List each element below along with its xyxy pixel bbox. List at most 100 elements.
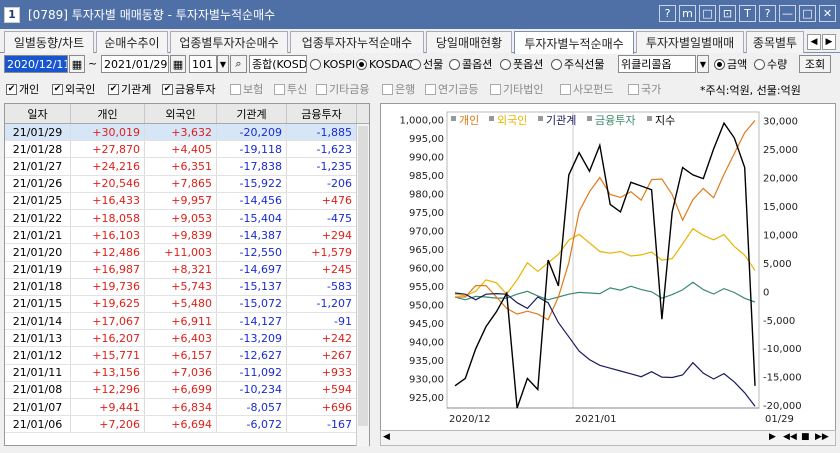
chart-scroll-right-icon[interactable]: ▶ [769,432,776,442]
table-row[interactable]: 21/01/11 +13,156 +7,036 -11,092 +933 [5,364,369,382]
radio-quantity-label: 수량 [767,58,788,71]
table-cell: +9,957 [145,192,217,209]
count-dropdown-icon[interactable]: ▼ [217,55,229,73]
radio-put-option[interactable]: 풋옵션 [500,56,543,72]
table-row[interactable]: 21/01/27 +24,216 +6,351 -17,838 -1,235 [5,158,369,176]
tab-bar: 일별동향/차트 순매수추이 업종별투자자순매수 업종투자자누적순매수 당일매매현… [0,31,840,54]
check-other-corp[interactable]: 기타법인 [490,82,543,96]
tab-stock-investor[interactable]: 종목별투 [746,31,804,53]
radio-call-option[interactable]: 콜옵션 [449,56,492,72]
check-fininv-box: ✔ [162,83,173,95]
check-investment-trust[interactable]: 투신 [274,82,307,96]
query-button[interactable]: 조회 [799,55,831,73]
check-foreign[interactable]: ✔ 외국인 [52,82,95,96]
left-tick-label: 930,00 [409,374,444,385]
check-financial-investment[interactable]: ✔ 금융투자 [162,82,215,96]
radio-kospi[interactable]: KOSPI [310,56,355,72]
market-input[interactable]: 종합(KOSD [249,55,307,73]
right-tick-label: 0 [763,287,769,298]
maximize-icon[interactable]: □ [799,5,816,22]
table-row[interactable]: 21/01/18 +19,736 +5,743 -15,137 -583 [5,278,369,296]
table-cell: +294 [287,227,357,244]
col-date-header[interactable]: 일자 [5,104,71,123]
check-pension[interactable]: 연기금등 [425,82,478,96]
radio-amount-dot [714,58,725,70]
weekly-dropdown-icon[interactable]: ▼ [697,55,709,73]
copy-icon[interactable]: □ [699,5,716,22]
search-icon[interactable]: ⌕ [230,55,247,73]
radio-kosdaq[interactable]: KOSDAQ [356,56,416,72]
tab-sector-cumulative[interactable]: 업종투자자누적순매수 [290,31,424,53]
tab-right-arrow-icon[interactable]: ▶ [822,34,836,50]
start-calendar-icon[interactable]: ▦ [69,55,85,73]
table-cell: +9,053 [145,209,217,227]
tab-sector-investor-net-buy[interactable]: 업종별투자자순매수 [170,31,288,53]
table-scroll-thumb[interactable] [358,126,368,426]
table-cell: +19,625 [71,295,145,313]
table-row[interactable]: 21/01/29 +30,019 +3,632 -20,209 -1,885 [5,124,369,142]
count-input[interactable]: 101 [189,55,217,73]
radio-futures[interactable]: 선물 [410,56,443,72]
radio-stock-futures[interactable]: 주식선물 [551,56,604,72]
end-date-input[interactable]: 2021/01/29 [101,55,169,73]
radio-amount[interactable]: 금액 [714,56,747,72]
check-nation[interactable]: 국가 [628,82,661,96]
chart-rewind-icon[interactable]: ◀◀ [783,432,797,442]
table-cell: 21/01/29 [5,124,71,141]
table-cell: 21/01/06 [5,416,71,433]
col-fininv-header[interactable]: 금융투자 [287,104,357,123]
chart-scroll-left-icon[interactable]: ◀ [383,432,390,442]
check-insurance[interactable]: 보험 [230,82,263,96]
weekly-option-select[interactable]: 위클리콜옵 [618,55,696,73]
chart-horizontal-scrollbar[interactable]: ◀ ▶ ◀◀ ■ ▶▶ [380,430,836,446]
close-icon[interactable]: ✕ [819,5,836,22]
table-cell: -14,127 [217,313,287,330]
pin-icon[interactable]: T [739,5,756,22]
table-row[interactable]: 21/01/06 +7,206 +6,694 -6,072 -167 [5,416,369,434]
radio-stock-futures-dot [551,58,562,70]
table-row[interactable]: 21/01/20 +12,486 +11,003 -12,550 +1,579 [5,244,369,262]
table-row[interactable]: 21/01/13 +16,207 +6,403 -13,209 +242 [5,330,369,348]
check-private-fund[interactable]: 사모펀드 [560,82,613,96]
check-trust-label: 투신 [287,83,308,96]
radio-quantity[interactable]: 수량 [754,56,787,72]
chart-stop-icon[interactable]: ■ [801,432,810,442]
tab-daily-trend[interactable]: 일별동향/차트 [4,31,94,53]
tab-investor-daily[interactable]: 투자자별일별매매 [636,31,744,53]
table-row[interactable]: 21/01/08 +12,296 +6,699 -10,234 +594 [5,381,369,399]
tab-left-arrow-icon[interactable]: ◀ [807,34,821,50]
col-individual-header[interactable]: 개인 [71,104,145,123]
table-row[interactable]: 21/01/21 +16,103 +9,839 -14,387 +294 [5,227,369,245]
col-foreign-header[interactable]: 외국인 [145,104,217,123]
table-row[interactable]: 21/01/12 +15,771 +6,157 -12,627 +267 [5,347,369,365]
table-cell: +6,157 [145,347,217,364]
table-cell: +24,216 [71,158,145,175]
check-bank[interactable]: 은행 [382,82,415,96]
table-row[interactable]: 21/01/19 +16,987 +8,321 -14,697 +245 [5,261,369,279]
table-row[interactable]: 21/01/15 +19,625 +5,480 -15,072 -1,207 [5,295,369,314]
question-icon[interactable]: ? [759,5,776,22]
tab-investor-cumulative[interactable]: 투자자별누적순매수 [514,31,634,54]
memo-icon[interactable]: m [679,5,696,22]
check-individual[interactable]: ✔ 개인 [6,82,39,96]
check-other-finance[interactable]: 기타금융 [316,82,369,96]
start-date-input[interactable]: 2020/12/11 [4,55,68,73]
tab-net-buy-trend[interactable]: 순매수추이 [96,31,168,53]
help-icon[interactable]: ? [659,5,676,22]
end-calendar-icon[interactable]: ▦ [170,55,186,73]
table-vertical-scrollbar[interactable] [356,124,369,446]
link-icon[interactable]: ⊡ [719,5,736,22]
chart-forward-icon[interactable]: ▶▶ [815,432,829,442]
table-row[interactable]: 21/01/28 +27,870 +4,405 -19,118 -1,623 [5,141,369,159]
check-institution[interactable]: ✔ 기관계 [108,82,151,96]
table-row[interactable]: 21/01/25 +16,433 +9,957 -14,456 +476 [5,192,369,210]
table-row[interactable]: 21/01/14 +17,067 +6,911 -14,127 -91 [5,313,369,331]
table-row[interactable]: 21/01/07 +9,441 +6,834 -8,057 +696 [5,399,369,417]
left-tick-label: 940,00 [409,337,444,348]
col-institution-header[interactable]: 기관계 [217,104,287,123]
tab-today-trading[interactable]: 당일매매현황 [426,31,512,53]
minimize-icon[interactable]: — [779,5,796,22]
table-row[interactable]: 21/01/26 +20,546 +7,865 -15,922 -206 [5,175,369,193]
table-cell: +11,003 [145,244,217,261]
table-row[interactable]: 21/01/22 +18,058 +9,053 -15,404 -475 [5,209,369,228]
